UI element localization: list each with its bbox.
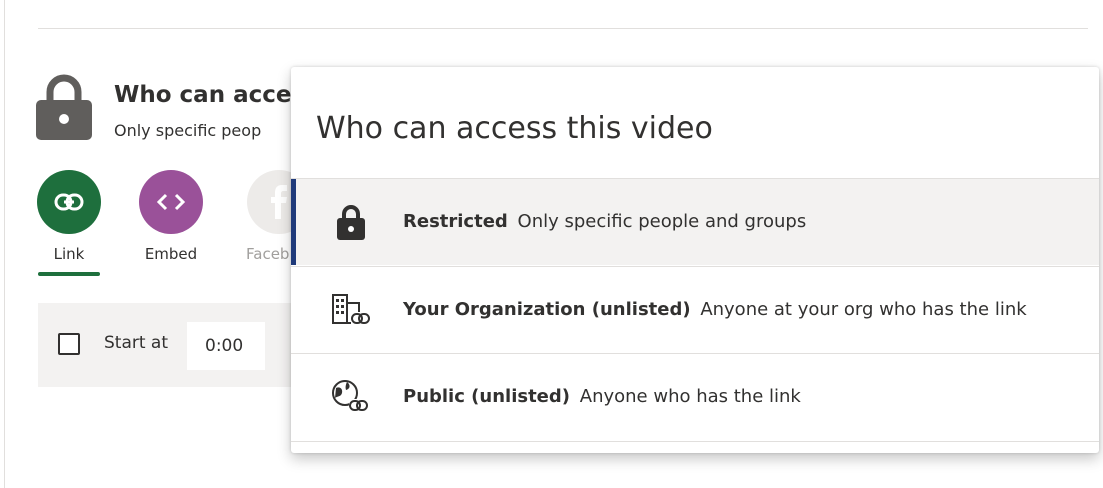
access-dialog: Who can access this video Restricted Onl… <box>291 67 1099 453</box>
option-description: Only specific people and groups <box>517 211 807 232</box>
top-divider <box>38 28 1088 29</box>
link-selected-indicator <box>38 272 100 276</box>
option-name: Restricted <box>403 211 508 232</box>
lock-icon <box>36 72 92 144</box>
globe-link-icon <box>331 377 371 417</box>
option-description: Anyone at your org who has the link <box>700 299 1027 320</box>
start-at-label: Start at <box>104 333 169 353</box>
access-title: Who can acce <box>114 82 292 108</box>
option-name: Public (unlisted) <box>403 386 571 407</box>
option-text: Public (unlisted) Anyone who has the lin… <box>403 386 801 407</box>
share-option-embed[interactable]: Embed <box>138 170 204 263</box>
option-text: Your Organization (unlisted) Anyone at y… <box>403 299 1027 320</box>
dialog-divider <box>291 441 1099 442</box>
dialog-title: Who can access this video <box>316 111 713 146</box>
window-left-edge <box>0 0 5 488</box>
access-option-organization[interactable]: Your Organization (unlisted) Anyone at y… <box>291 266 1099 353</box>
share-option-link[interactable]: Link <box>36 170 102 263</box>
access-option-restricted[interactable]: Restricted Only specific people and grou… <box>291 178 1099 265</box>
lock-icon <box>331 202 371 242</box>
access-subtitle: Only specific peop <box>114 121 262 140</box>
code-icon <box>139 170 203 234</box>
link-icon <box>37 170 101 234</box>
organization-link-icon <box>331 290 371 330</box>
access-option-public[interactable]: Public (unlisted) Anyone who has the lin… <box>291 353 1099 440</box>
share-option-label: Embed <box>144 245 198 263</box>
start-at-checkbox[interactable] <box>58 333 80 355</box>
selected-indicator <box>291 179 296 265</box>
start-time-input[interactable] <box>187 322 265 370</box>
share-option-label: Link <box>53 245 85 263</box>
option-name: Your Organization (unlisted) <box>403 299 691 320</box>
option-text: Restricted Only specific people and grou… <box>403 211 806 232</box>
option-description: Anyone who has the link <box>579 386 801 407</box>
start-at-row: Start at <box>38 303 298 387</box>
